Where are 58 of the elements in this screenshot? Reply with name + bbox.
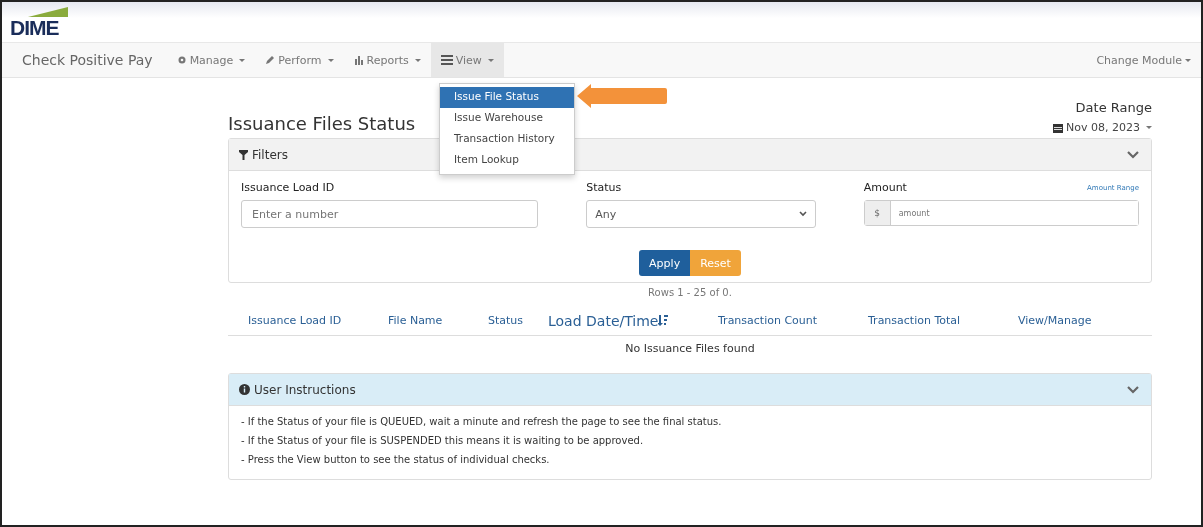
nav-menu[interactable]: View (430, 43, 504, 77)
column-header[interactable]: File Name (388, 314, 488, 327)
status-select[interactable]: Any (586, 200, 816, 228)
field-label: Amount (863, 181, 907, 194)
field-label: Issuance Load ID (241, 181, 336, 194)
logo: DIME (10, 17, 59, 38)
nav-menu[interactable]: Manage (166, 43, 256, 77)
caret-icon (327, 58, 334, 62)
nav-menu[interactable]: Perform (255, 43, 344, 77)
filters-title: Filters (252, 147, 288, 162)
info-icon (239, 384, 250, 395)
chevron-down-icon (798, 211, 807, 217)
instructions-header[interactable]: User Instructions (229, 374, 1151, 406)
chevron-down-icon (1127, 385, 1139, 394)
instruction-text: - If the Status of your file is QUEUED, wait a minute and refresh the page to see the final status. (241, 416, 723, 427)
caret-icon (487, 58, 494, 62)
nav-label: Perform (278, 53, 322, 67)
chevron-down-icon (1127, 150, 1139, 159)
logo-swoosh-icon (28, 7, 68, 17)
bar-chart-icon (353, 55, 364, 65)
column-header[interactable]: Transaction Total (868, 314, 1018, 327)
calendar-icon (1053, 122, 1064, 133)
load-id-input[interactable]: Enter a number (241, 200, 539, 228)
nav-menu[interactable]: Reports (343, 43, 431, 77)
pointer-arrow-icon (577, 84, 667, 108)
filter-icon (239, 149, 248, 160)
page-title: Issuance Files Status (228, 113, 416, 134)
nav-menu[interactable]: Change Module (1096, 43, 1201, 77)
menu-item[interactable]: Item Lookup (440, 150, 574, 171)
caret-icon (1146, 126, 1152, 129)
rows-info: Rows 1 - 25 of 0. (648, 287, 732, 298)
app-title[interactable]: Check Positive Pay (22, 43, 153, 77)
empty-message: No Issuance Files found (625, 342, 755, 355)
menu-item[interactable]: Issue File Status (440, 87, 574, 108)
nav-label: Reports (366, 53, 409, 67)
list-icon (440, 55, 453, 65)
column-header[interactable]: Status (488, 314, 548, 327)
amount-input[interactable]: $ amount (863, 200, 1139, 226)
instruction-text: - Press the View button to see the status of individual checks. (241, 454, 551, 465)
column-header[interactable]: Transaction Count (718, 314, 868, 327)
field-label: Status (586, 181, 623, 194)
apply-button[interactable]: Apply (639, 250, 691, 276)
menu-item[interactable]: Issue Warehouse (440, 108, 574, 129)
caret-icon (1185, 58, 1191, 62)
instruction-text: - If the Status of your file is SUSPENDED this means it is waiting to be approved. (241, 435, 645, 446)
column-header[interactable]: Load Date/Time (548, 312, 718, 329)
pencil-icon (265, 55, 276, 65)
instructions-title: User Instructions (254, 382, 356, 397)
caret-icon (239, 58, 246, 62)
caret-icon (414, 58, 421, 62)
nav-label: Manage (189, 53, 234, 67)
nav-label: View (455, 53, 482, 67)
column-header[interactable]: View/Manage (1018, 314, 1144, 327)
currency-addon: $ (864, 201, 891, 225)
sort-icon (658, 315, 669, 326)
column-header[interactable]: Issuance Load ID (248, 314, 388, 327)
date-range-label: Date Range (1075, 100, 1152, 115)
date-range-picker[interactable]: Nov 08, 2023 (1053, 121, 1152, 134)
